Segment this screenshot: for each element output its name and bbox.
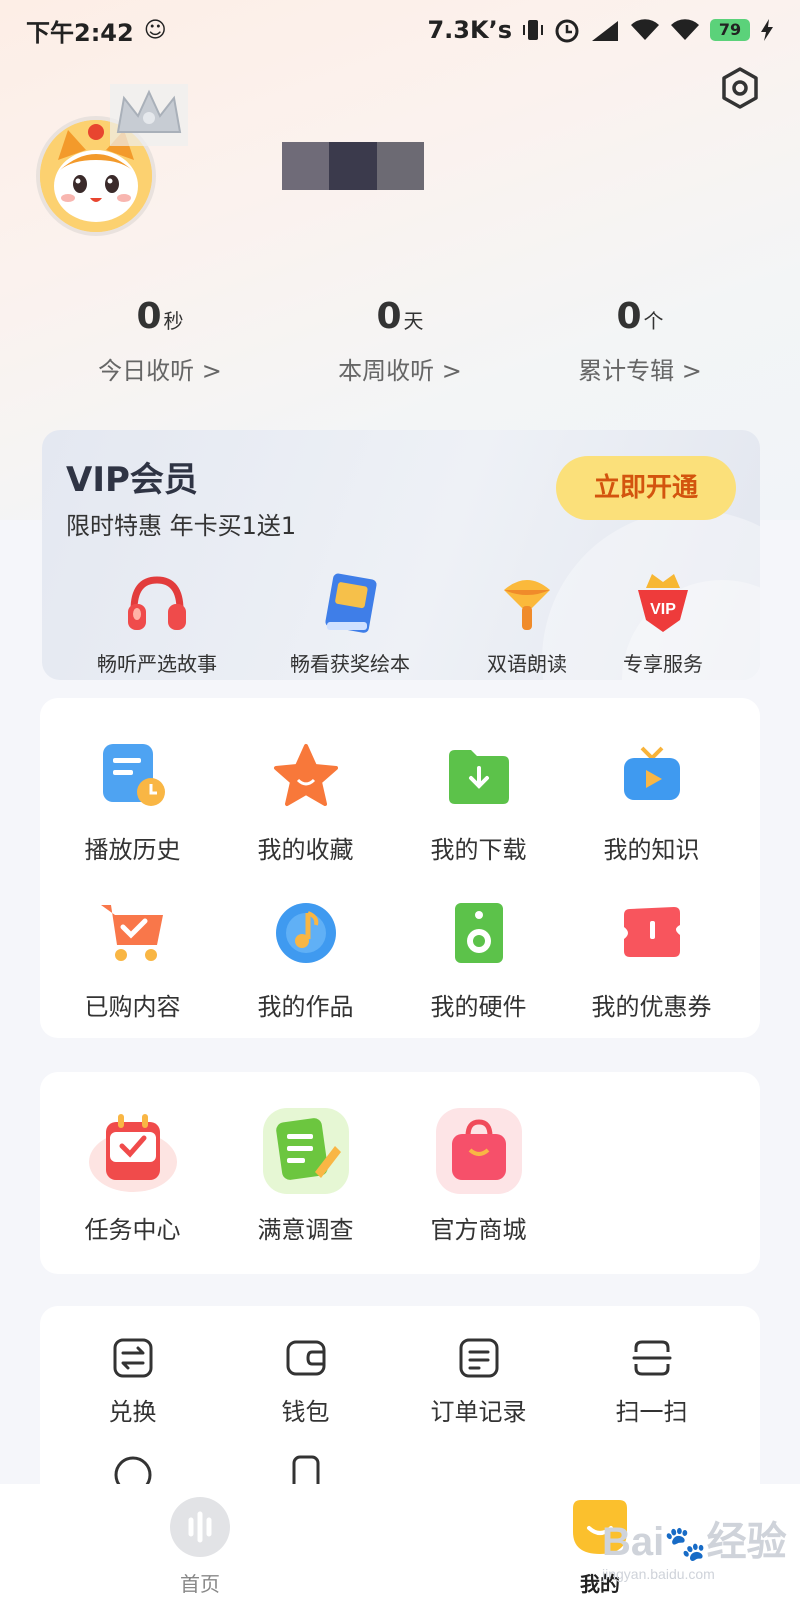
- tab-label: 首页: [180, 1572, 220, 1596]
- feature-purchased[interactable]: 已购内容: [46, 899, 219, 1022]
- survey-icon: [262, 1108, 349, 1194]
- perk-stories[interactable]: 畅听严选故事: [92, 568, 222, 677]
- feature-hardware[interactable]: 我的硬件: [392, 899, 565, 1022]
- music-disc-icon: [275, 903, 336, 963]
- charging-icon: [761, 19, 773, 41]
- status-time: 下午2:42: [26, 18, 134, 47]
- perk-exclusive-service[interactable]: VIP 专享服务: [598, 568, 728, 677]
- status-bar: 下午2:42 ☺ 7.3K’s 79: [0, 0, 800, 60]
- alarm-icon: [555, 19, 579, 43]
- exchange-icon: [113, 1338, 152, 1378]
- tv-play-icon: [623, 746, 680, 800]
- feature-label: 我的收藏: [257, 836, 354, 864]
- tool-orders[interactable]: 订单记录: [392, 1336, 565, 1427]
- star-icon: [273, 744, 338, 806]
- tool-label: 订单记录: [430, 1398, 527, 1426]
- watermark-brand-cn: 经验: [706, 1520, 787, 1564]
- tool-exchange[interactable]: 兑换: [46, 1336, 219, 1427]
- watermark-url: jingyan.baidu.com: [602, 1566, 715, 1582]
- vip-open-button[interactable]: 立即开通: [556, 456, 736, 520]
- feature-favorites[interactable]: 我的收藏: [219, 742, 392, 865]
- perk-picture-books[interactable]: 畅看获奖绘本: [276, 568, 424, 677]
- stat-unit: 秒: [163, 309, 184, 333]
- calendar-check-icon: [88, 1114, 177, 1192]
- hd-signal-icon: [592, 21, 618, 41]
- home-sound-icon: [170, 1497, 230, 1557]
- wallet-icon: [286, 1340, 325, 1376]
- perk-label: 专享服务: [623, 652, 703, 676]
- feature-works[interactable]: 我的作品: [219, 899, 392, 1022]
- services-card: 任务中心 满意调查 官方商城: [40, 1072, 760, 1274]
- stat-value: 0: [136, 296, 162, 337]
- stat-unit: 个: [643, 309, 664, 333]
- stat-value: 0: [376, 296, 402, 337]
- download-folder-icon: [448, 750, 509, 804]
- service-store[interactable]: 官方商城: [392, 1106, 565, 1245]
- tool-label: 兑换: [108, 1398, 157, 1426]
- wifi-2-icon: [671, 19, 699, 40]
- stat-label: 本周收听 >: [338, 357, 462, 385]
- vip-card[interactable]: VIP会员 限时特惠 年卡买1送1 立即开通 畅听严选故事 畅看获奖绘本 双语朗…: [42, 430, 760, 680]
- tool-scan[interactable]: 扫一扫: [565, 1336, 738, 1427]
- battery-indicator: 79: [710, 19, 750, 41]
- service-label: 任务中心: [84, 1216, 181, 1244]
- feature-label: 播放历史: [84, 836, 181, 864]
- perk-bilingual[interactable]: 双语朗读: [462, 568, 592, 677]
- cart-icon: [100, 905, 163, 961]
- scan-icon: [632, 1340, 671, 1376]
- service-survey[interactable]: 满意调查: [219, 1106, 392, 1245]
- feature-label: 我的优惠券: [591, 993, 712, 1021]
- feature-label: 我的知识: [603, 836, 700, 864]
- shopping-bag-icon: [435, 1108, 522, 1194]
- stat-today[interactable]: 0秒 今日收听 >: [40, 296, 280, 386]
- speaker-icon: [454, 903, 503, 963]
- listening-stats: 0秒 今日收听 > 0天 本周收听 > 0个 累计专辑 >: [40, 296, 760, 386]
- feature-label: 我的硬件: [430, 993, 527, 1021]
- feature-knowledge[interactable]: 我的知识: [565, 742, 738, 865]
- coupon-icon: [623, 907, 680, 957]
- microphone-icon: [504, 580, 550, 630]
- perk-label: 双语朗读: [487, 652, 567, 676]
- order-icon: [459, 1338, 498, 1378]
- features-card: 播放历史 我的收藏 我的下载 我的知识 已购内容 我的作品 我的硬件 我的优惠券: [40, 698, 760, 1038]
- stat-label: 今日收听 >: [98, 357, 222, 385]
- stat-albums[interactable]: 0个 累计专辑 >: [520, 296, 760, 386]
- vip-crown-icon: VIP: [638, 574, 688, 632]
- feature-downloads[interactable]: 我的下载: [392, 742, 565, 865]
- service-task-center[interactable]: 任务中心: [46, 1106, 219, 1245]
- service-label: 满意调查: [257, 1216, 354, 1244]
- stat-label: 累计专辑 >: [578, 357, 702, 385]
- settings-icon[interactable]: [718, 66, 762, 110]
- service-label: 官方商城: [430, 1216, 527, 1244]
- feature-label: 我的下载: [430, 836, 527, 864]
- crown-icon: [110, 84, 188, 146]
- vip-title: VIP会员: [66, 460, 198, 500]
- feature-label: 我的作品: [257, 993, 354, 1021]
- vibrate-icon: [523, 20, 543, 40]
- tool-label: 扫一扫: [615, 1398, 688, 1426]
- wifi-icon: [631, 19, 659, 40]
- tool-label: 钱包: [281, 1398, 330, 1426]
- network-speed: 7.3K’s: [427, 16, 512, 44]
- stat-week[interactable]: 0天 本周收听 >: [280, 296, 520, 386]
- history-icon: [102, 744, 165, 806]
- vip-subtitle: 限时特惠 年卡买1送1: [66, 512, 297, 540]
- headphones-icon: [128, 576, 186, 630]
- username-redacted: [282, 142, 424, 190]
- perk-label: 畅听严选故事: [97, 652, 217, 676]
- tool-wallet[interactable]: 钱包: [219, 1336, 392, 1427]
- stat-unit: 天: [403, 309, 424, 333]
- feature-label: 已购内容: [84, 993, 181, 1021]
- stat-value: 0: [616, 296, 642, 337]
- baidu-watermark: Bai🐾经验 jingyan.baidu.com: [602, 1520, 792, 1596]
- svg-text:VIP: VIP: [650, 601, 676, 618]
- picture-book-icon: [325, 573, 377, 633]
- tab-home[interactable]: 首页: [0, 1484, 400, 1600]
- paw-icon: 🐾: [664, 1525, 707, 1563]
- watermark-brand: Bai: [602, 1520, 665, 1564]
- feature-history[interactable]: 播放历史: [46, 742, 219, 865]
- notification-face-icon: ☺: [143, 17, 167, 43]
- feature-coupons[interactable]: 我的优惠券: [565, 899, 738, 1022]
- perk-label: 畅看获奖绘本: [290, 652, 410, 676]
